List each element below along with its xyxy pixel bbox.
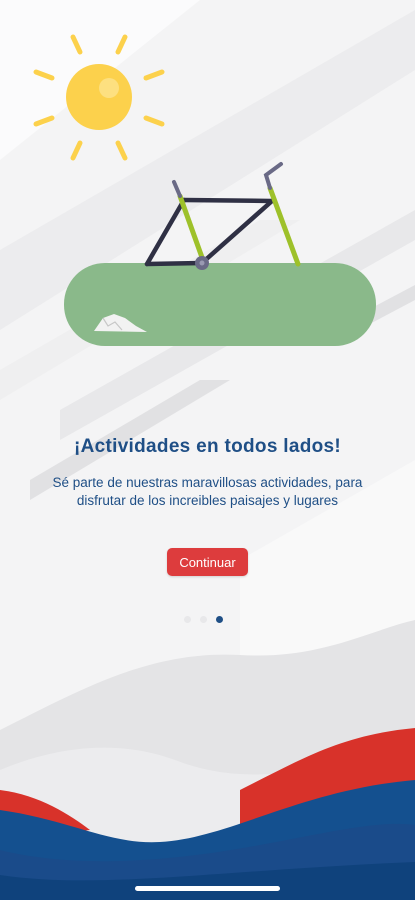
- continue-button[interactable]: Continuar: [167, 548, 248, 576]
- page-dot-2[interactable]: [200, 615, 207, 623]
- onboarding-description: Sé parte de nuestras maravillosas activi…: [52, 475, 363, 508]
- page-indicator: [184, 615, 223, 623]
- home-indicator[interactable]: [135, 886, 280, 891]
- onboarding-screen: ¡Actividades en todos lados! Sé parte de…: [0, 0, 415, 900]
- bottom-waves: [0, 620, 415, 900]
- onboarding-headline: ¡Actividades en todos lados!: [73, 436, 342, 457]
- page-dot-3-active[interactable]: [216, 615, 223, 623]
- grass-patch: [64, 263, 376, 346]
- background-streaks: [0, 0, 415, 720]
- page-dot-1[interactable]: [184, 615, 191, 623]
